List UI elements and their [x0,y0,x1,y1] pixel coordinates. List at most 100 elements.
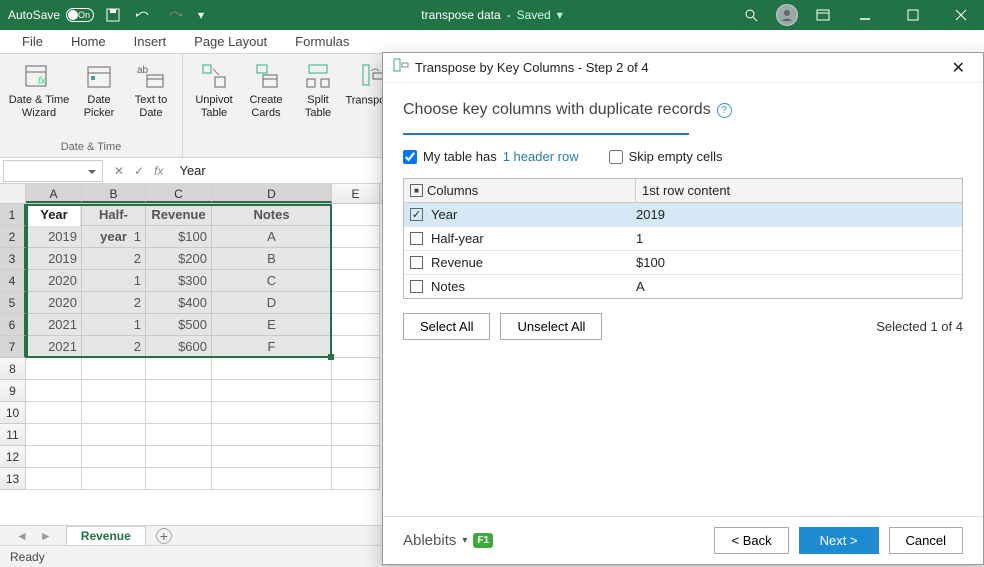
cell[interactable] [212,380,332,402]
name-box[interactable] [3,160,103,182]
tab-page-layout[interactable]: Page Layout [182,31,279,52]
split-table-button[interactable]: Split Table [293,58,343,120]
cell[interactable]: B [212,248,332,270]
skip-empty-checkbox[interactable]: Skip empty cells [609,149,723,164]
cell[interactable] [82,402,146,424]
cell[interactable] [332,336,380,358]
cell[interactable]: 2 [82,248,146,270]
cell[interactable]: Revenue [146,204,212,226]
next-button[interactable]: Next > [799,527,879,554]
status-dropdown-icon[interactable]: ▾ [557,8,563,22]
column-row[interactable]: NotesA [404,275,962,298]
cell[interactable]: $400 [146,292,212,314]
cell[interactable] [212,402,332,424]
new-sheet-button[interactable]: + [156,528,172,544]
cell[interactable] [146,424,212,446]
cell[interactable] [332,248,380,270]
row-header[interactable]: 5 [0,292,26,314]
cell[interactable]: $200 [146,248,212,270]
autosave-toggle[interactable]: AutoSave On [8,8,94,22]
tab-file[interactable]: File [10,31,55,52]
sheet-nav-next[interactable]: ► [34,529,58,543]
row-header[interactable]: 7 [0,336,26,358]
cell[interactable] [26,446,82,468]
cell[interactable] [26,380,82,402]
select-all-corner[interactable] [0,184,26,203]
cell[interactable]: 2021 [26,336,82,358]
cell[interactable]: $600 [146,336,212,358]
cell[interactable]: 2020 [26,270,82,292]
cell[interactable]: Notes [212,204,332,226]
cell[interactable]: A [212,226,332,248]
cancel-icon[interactable]: ✕ [114,164,124,178]
unpivot-table-button[interactable]: Unpivot Table [189,58,239,120]
column-row[interactable]: Half-year1 [404,227,962,251]
col-header-d[interactable]: D [212,184,332,203]
cell[interactable] [212,424,332,446]
qat-dropdown-icon[interactable]: ▾ [198,8,204,22]
close-icon[interactable]: ✕ [944,54,973,82]
chevron-down-icon[interactable]: ▾ [462,535,467,546]
row-header[interactable]: 1 [0,204,26,226]
unselect-all-button[interactable]: Unselect All [500,313,602,340]
cell[interactable]: $100 [146,226,212,248]
grid-header-columns[interactable]: Columns [404,179,636,202]
header-row-checkbox[interactable]: My table has 1 header row [403,149,579,164]
cell[interactable] [332,314,380,336]
cell[interactable] [26,402,82,424]
cell[interactable]: $300 [146,270,212,292]
cell[interactable] [26,424,82,446]
cell[interactable] [82,468,146,490]
cell[interactable]: F [212,336,332,358]
cell[interactable] [212,468,332,490]
row-header[interactable]: 9 [0,380,26,402]
cell[interactable] [82,424,146,446]
cell[interactable] [332,446,380,468]
cell[interactable]: $500 [146,314,212,336]
sheet-nav-prev[interactable]: ◄ [10,529,34,543]
tab-home[interactable]: Home [59,31,118,52]
close-button[interactable] [938,0,984,30]
row-header[interactable]: 10 [0,402,26,424]
account-button[interactable] [770,0,804,30]
cell[interactable] [332,270,380,292]
cell[interactable] [146,468,212,490]
enter-icon[interactable]: ✓ [134,164,144,178]
tab-insert[interactable]: Insert [122,31,179,52]
help-icon[interactable]: ? [717,103,732,118]
cell[interactable] [26,468,82,490]
date-picker-button[interactable]: Date Picker [74,58,124,120]
row-header[interactable]: 11 [0,424,26,446]
row-header[interactable]: 6 [0,314,26,336]
cell[interactable] [332,226,380,248]
cell[interactable]: E [212,314,332,336]
cell[interactable] [82,446,146,468]
cell[interactable]: 2019 [26,226,82,248]
ribbon-display-button[interactable] [806,0,840,30]
column-row[interactable]: Revenue$100 [404,251,962,275]
row-checkbox[interactable] [410,232,423,245]
header-row-link[interactable]: 1 header row [503,149,579,164]
cell[interactable]: D [212,292,332,314]
cell[interactable]: 2020 [26,292,82,314]
col-header-e[interactable]: E [332,184,380,203]
cell[interactable] [82,380,146,402]
row-header[interactable]: 3 [0,248,26,270]
row-header[interactable]: 12 [0,446,26,468]
fx-icon[interactable]: fx [154,164,163,178]
col-header-b[interactable]: B [82,184,146,203]
cell[interactable] [332,402,380,424]
row-checkbox[interactable] [410,256,423,269]
cell[interactable] [146,380,212,402]
f1-help-icon[interactable]: F1 [473,533,493,548]
cell[interactable] [212,358,332,380]
cell[interactable] [332,424,380,446]
row-checkbox[interactable] [410,208,423,221]
cell[interactable] [332,292,380,314]
cell[interactable]: 1 [82,226,146,248]
cell[interactable] [146,402,212,424]
back-button[interactable]: < Back [714,527,788,554]
save-icon[interactable] [106,8,120,22]
col-header-c[interactable]: C [146,184,212,203]
cell[interactable]: 2019 [26,248,82,270]
